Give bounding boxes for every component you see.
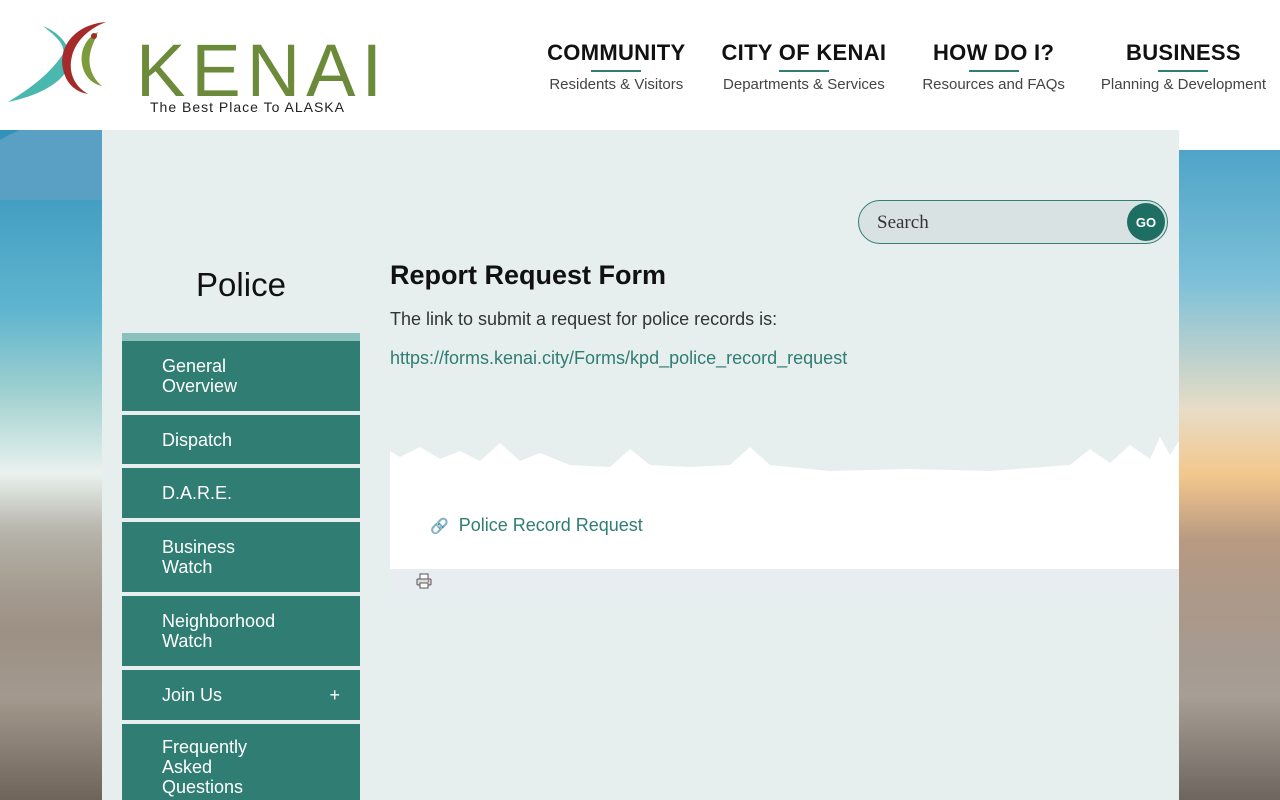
site-logo[interactable]: KENAI The Best Place To ALASKA <box>8 14 382 124</box>
sidebar-item-faq[interactable]: Frequently Asked Questions <box>122 724 360 800</box>
sidebar-nav: General Overview Dispatch D.A.R.E. Busin… <box>122 333 360 800</box>
link-chain-icon: 🔗 <box>430 517 449 535</box>
sidebar-item-label: Business Watch <box>162 537 236 577</box>
expand-icon[interactable]: + <box>329 685 340 705</box>
logo-tagline: The Best Place To ALASKA <box>150 99 345 115</box>
main-nav: COMMUNITY Residents & Visitors CITY OF K… <box>511 40 1266 93</box>
nav-city-of-kenai[interactable]: CITY OF KENAI Departments & Services <box>721 40 886 93</box>
records-request-url-link[interactable]: https://forms.kenai.city/Forms/kpd_polic… <box>390 348 847 369</box>
sidebar-item-dare[interactable]: D.A.R.E. <box>122 468 360 522</box>
sidebar-item-neighborhood-watch[interactable]: Neighborhood Watch <box>122 596 360 670</box>
logo-icon <box>8 22 106 102</box>
main-panel: GO Police General Overview Dispatch D.A.… <box>102 130 1179 800</box>
search-box: GO <box>858 200 1168 244</box>
sidebar-item-label: General Overview <box>162 356 238 396</box>
sidebar-item-label: Dispatch <box>162 429 233 450</box>
nav-title: CITY OF KENAI <box>721 40 886 70</box>
background-photo-right <box>1178 150 1280 800</box>
sidebar-item-label: Join Us <box>162 685 223 705</box>
print-bar <box>390 569 1179 594</box>
related-links-box: 🔗 Police Record Request <box>390 435 1179 569</box>
sidebar-item-label: D.A.R.E. <box>162 483 233 503</box>
intro-text: The link to submit a request for police … <box>390 309 778 329</box>
page-title: Report Request Form <box>390 260 667 290</box>
logo-wordmark: KENAI <box>136 29 389 112</box>
sidebar-item-join-us[interactable]: Join Us + <box>122 670 360 724</box>
nav-how-do-i[interactable]: HOW DO I? Resources and FAQs <box>922 40 1065 93</box>
nav-subtitle: Resources and FAQs <box>922 76 1065 93</box>
nav-title: HOW DO I? <box>933 40 1054 70</box>
nav-community[interactable]: COMMUNITY Residents & Visitors <box>547 40 685 93</box>
search-input[interactable] <box>877 211 1117 235</box>
treeline-divider <box>390 435 1179 471</box>
search-go-button[interactable]: GO <box>1127 203 1165 241</box>
nav-business[interactable]: BUSINESS Planning & Development <box>1101 40 1266 93</box>
link-label: Police Record Request <box>458 515 643 535</box>
sidebar-item-label: Frequently Asked Questions <box>162 737 248 797</box>
site-header: KENAI The Best Place To ALASKA COMMUNITY… <box>0 0 1280 130</box>
print-icon[interactable] <box>416 573 432 589</box>
content-area: Report Request Form The link to submit a… <box>390 260 1179 369</box>
nav-title: COMMUNITY <box>547 40 685 70</box>
sidebar-item-dispatch[interactable]: Dispatch <box>122 415 360 468</box>
sidebar-item-general-overview[interactable]: General Overview <box>122 341 360 415</box>
police-record-request-link[interactable]: 🔗 Police Record Request <box>430 515 643 536</box>
nav-subtitle: Planning & Development <box>1100 76 1266 93</box>
nav-subtitle: Residents & Visitors <box>549 76 684 93</box>
sidebar-item-label: Neighborhood Watch <box>162 611 276 651</box>
nav-title: BUSINESS <box>1126 40 1241 70</box>
nav-subtitle: Departments & Services <box>723 76 885 93</box>
section-title: Police <box>196 266 286 303</box>
sidebar-accent-bar <box>122 333 360 341</box>
sidebar-item-business-watch[interactable]: Business Watch <box>122 522 360 596</box>
background-photo-left <box>0 120 102 800</box>
